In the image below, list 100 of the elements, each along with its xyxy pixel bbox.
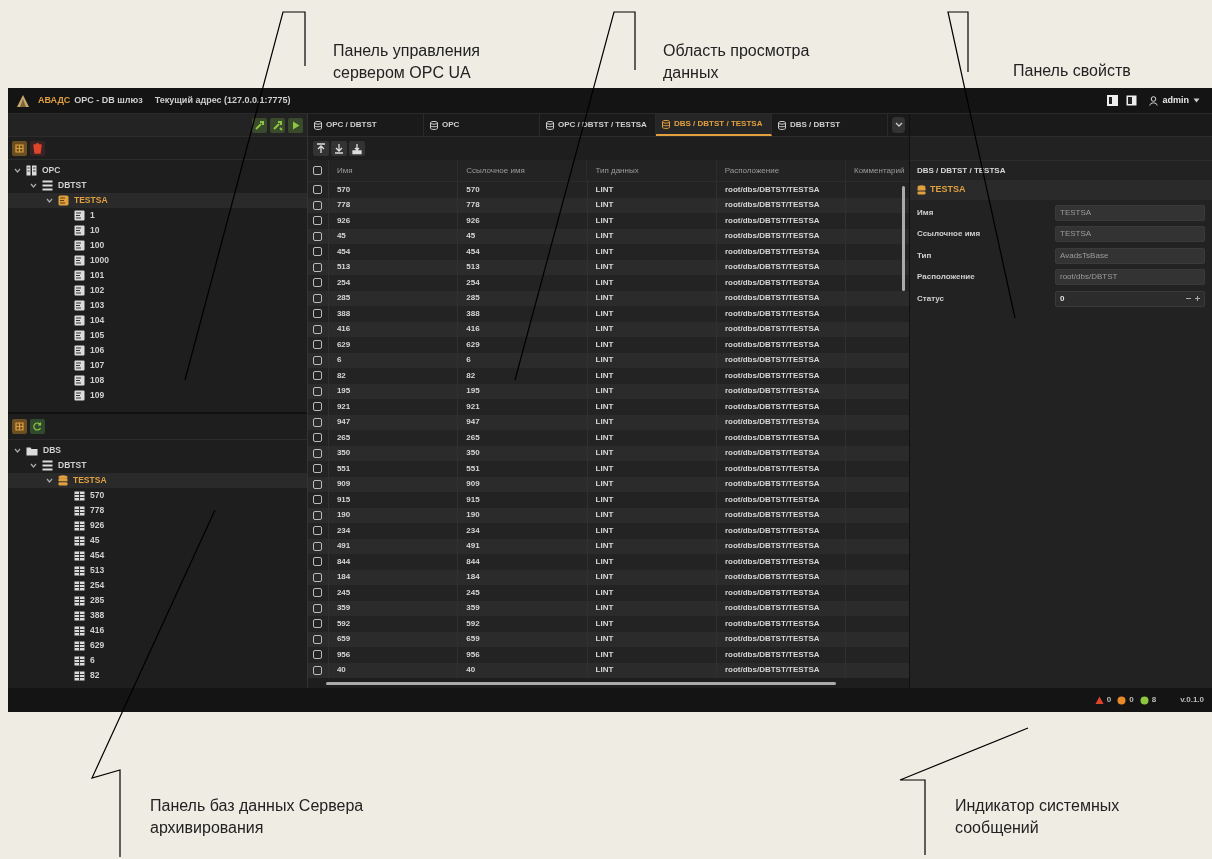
checkbox[interactable] bbox=[313, 324, 323, 334]
checkbox[interactable] bbox=[313, 619, 323, 629]
checkbox[interactable] bbox=[313, 464, 323, 474]
checkbox[interactable] bbox=[313, 166, 323, 175]
checkbox[interactable] bbox=[313, 526, 323, 536]
grid-icon[interactable] bbox=[12, 140, 27, 156]
user-menu-button[interactable]: admin bbox=[1145, 93, 1204, 108]
checkbox[interactable] bbox=[313, 231, 323, 241]
checkbox[interactable] bbox=[313, 665, 323, 675]
checkbox[interactable] bbox=[313, 185, 323, 195]
message-count[interactable]: 0 bbox=[1106, 694, 1112, 706]
column-header[interactable]: Тип данных bbox=[595, 164, 639, 177]
tree-item[interactable]: 103 bbox=[8, 298, 307, 313]
checkbox[interactable] bbox=[313, 216, 323, 226]
tree-item[interactable]: 285 bbox=[8, 593, 307, 608]
tab[interactable]: OPC bbox=[424, 114, 540, 136]
checkbox[interactable] bbox=[313, 293, 323, 303]
checkbox[interactable] bbox=[313, 603, 323, 613]
tree-item[interactable]: 1 bbox=[8, 208, 307, 223]
tree-item[interactable]: 100 bbox=[8, 238, 307, 253]
tree-item[interactable]: 416 bbox=[8, 623, 307, 638]
tree-item[interactable]: 105 bbox=[8, 328, 307, 343]
tree-item[interactable]: 102 bbox=[8, 283, 307, 298]
checkbox[interactable] bbox=[313, 200, 323, 210]
refresh-icon[interactable] bbox=[30, 419, 45, 434]
checkbox[interactable] bbox=[313, 479, 323, 489]
tree-item[interactable]: 513 bbox=[8, 563, 307, 578]
tree-item[interactable]: 388 bbox=[8, 608, 307, 623]
tree-item[interactable]: 6 bbox=[8, 653, 307, 668]
checkbox[interactable] bbox=[313, 541, 323, 551]
caret-icon[interactable] bbox=[46, 197, 53, 204]
horizontal-scrollbar[interactable] bbox=[326, 682, 836, 685]
tree-item[interactable]: 108 bbox=[8, 373, 307, 388]
tab[interactable]: OPC / DBTST bbox=[308, 114, 424, 136]
tree-item[interactable]: DBS bbox=[8, 443, 307, 458]
message-count[interactable]: 0 bbox=[1129, 694, 1134, 706]
checkbox[interactable] bbox=[313, 340, 323, 350]
tree-item[interactable]: 10 bbox=[8, 223, 307, 238]
tree-item[interactable]: 254 bbox=[8, 578, 307, 593]
tree-item[interactable]: 778 bbox=[8, 503, 307, 518]
checkbox[interactable] bbox=[313, 510, 323, 520]
tree-item[interactable]: 454 bbox=[8, 548, 307, 563]
upload-icon[interactable] bbox=[313, 141, 329, 156]
grid-icon[interactable] bbox=[12, 419, 27, 434]
tree-item[interactable]: 104 bbox=[8, 313, 307, 328]
checkbox[interactable] bbox=[313, 262, 323, 272]
trash-icon[interactable] bbox=[30, 140, 45, 156]
tree-item[interactable]: 926 bbox=[8, 518, 307, 533]
right-panel-icon[interactable] bbox=[1126, 95, 1138, 106]
checkbox[interactable] bbox=[313, 495, 323, 505]
left-panel-icon[interactable] bbox=[1107, 95, 1119, 106]
checkbox[interactable] bbox=[313, 650, 323, 660]
column-header[interactable]: Имя bbox=[336, 164, 353, 177]
tree-item[interactable]: TESTSA bbox=[8, 193, 307, 208]
checkbox[interactable] bbox=[313, 634, 323, 644]
checkbox[interactable] bbox=[313, 355, 323, 365]
tree-item[interactable]: 45 bbox=[8, 533, 307, 548]
checkbox[interactable] bbox=[313, 247, 323, 257]
caret-icon[interactable] bbox=[30, 182, 37, 189]
checkbox[interactable] bbox=[313, 402, 323, 412]
checkbox[interactable] bbox=[313, 309, 323, 319]
tree-item[interactable]: 629 bbox=[8, 638, 307, 653]
message-count[interactable]: 8 bbox=[1151, 694, 1157, 706]
caret-icon[interactable] bbox=[46, 477, 53, 484]
tree-item[interactable]: OPC bbox=[8, 163, 307, 178]
checkbox[interactable] bbox=[313, 557, 323, 567]
tree-item[interactable]: 82 bbox=[8, 668, 307, 683]
checkbox[interactable] bbox=[313, 278, 323, 288]
tabs-dropdown-button[interactable] bbox=[892, 117, 905, 133]
tree-item[interactable]: 107 bbox=[8, 358, 307, 373]
caret-icon[interactable] bbox=[14, 167, 21, 174]
caret-icon[interactable] bbox=[14, 447, 21, 454]
tab[interactable]: DBS / DBTST bbox=[772, 114, 888, 136]
column-header[interactable]: Расположение bbox=[724, 164, 780, 177]
tree-item[interactable]: 1000 bbox=[8, 253, 307, 268]
tree-item[interactable]: 106 bbox=[8, 343, 307, 358]
input-field[interactable]: 0 bbox=[1055, 290, 1205, 307]
tree-item[interactable]: 109 bbox=[8, 388, 307, 403]
checkbox[interactable] bbox=[313, 433, 323, 443]
column-header[interactable]: Комментарий bbox=[854, 164, 905, 177]
download-icon[interactable] bbox=[331, 141, 347, 156]
tree-item[interactable]: 101 bbox=[8, 268, 307, 283]
tree-item[interactable]: DBTST bbox=[8, 458, 307, 473]
checkbox[interactable] bbox=[313, 588, 323, 598]
checkbox[interactable] bbox=[313, 448, 323, 458]
plus-icon[interactable] bbox=[1195, 296, 1200, 302]
checkbox[interactable] bbox=[313, 386, 323, 396]
checkbox[interactable] bbox=[313, 417, 323, 427]
tab[interactable]: DBS / DBTST / TESTSA bbox=[656, 114, 772, 136]
tree-item[interactable]: TESTSA bbox=[8, 473, 307, 488]
caret-icon[interactable] bbox=[30, 462, 37, 469]
vertical-scrollbar[interactable] bbox=[902, 186, 905, 291]
tree-item[interactable]: DBTST bbox=[8, 178, 307, 193]
tree-item[interactable]: 570 bbox=[8, 488, 307, 503]
checkbox[interactable] bbox=[313, 572, 323, 582]
play-icon[interactable] bbox=[288, 117, 303, 133]
checkbox[interactable] bbox=[313, 371, 323, 381]
minus-icon[interactable] bbox=[1186, 296, 1191, 302]
column-header[interactable]: Ссылочное имя bbox=[466, 164, 525, 177]
save-icon[interactable] bbox=[349, 141, 365, 156]
